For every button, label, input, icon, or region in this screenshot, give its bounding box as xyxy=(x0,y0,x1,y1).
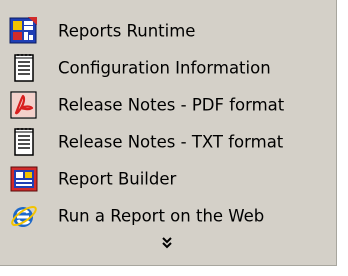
start-menu-submenu: Reports Runtime Configuration Informatio… xyxy=(0,0,337,266)
menu-item-label: Report Builder xyxy=(58,169,177,188)
menu-item-report-builder[interactable]: Report Builder xyxy=(0,160,334,197)
menu-item-release-notes-pdf[interactable]: Release Notes - PDF format xyxy=(0,86,334,123)
expand-menu-button[interactable] xyxy=(0,226,334,260)
menu-item-label: Configuration Information xyxy=(58,58,271,77)
menu-item-release-notes-txt[interactable]: Release Notes - TXT format xyxy=(0,123,334,160)
menu-item-configuration-information[interactable]: Configuration Information xyxy=(0,49,334,86)
double-chevron-down-icon xyxy=(160,236,174,250)
report-builder-icon xyxy=(8,163,40,195)
text-document-icon xyxy=(8,52,40,84)
menu-item-label: Release Notes - TXT format xyxy=(58,132,284,151)
menu-item-label: Run a Report on the Web xyxy=(58,206,265,225)
text-document-icon xyxy=(8,126,40,158)
menu-item-label: Release Notes - PDF format xyxy=(58,95,285,114)
pdf-document-icon xyxy=(8,89,40,121)
reports-runtime-icon xyxy=(8,15,40,47)
menu-item-reports-runtime[interactable]: Reports Runtime xyxy=(0,12,334,49)
menu-item-label: Reports Runtime xyxy=(58,21,196,40)
